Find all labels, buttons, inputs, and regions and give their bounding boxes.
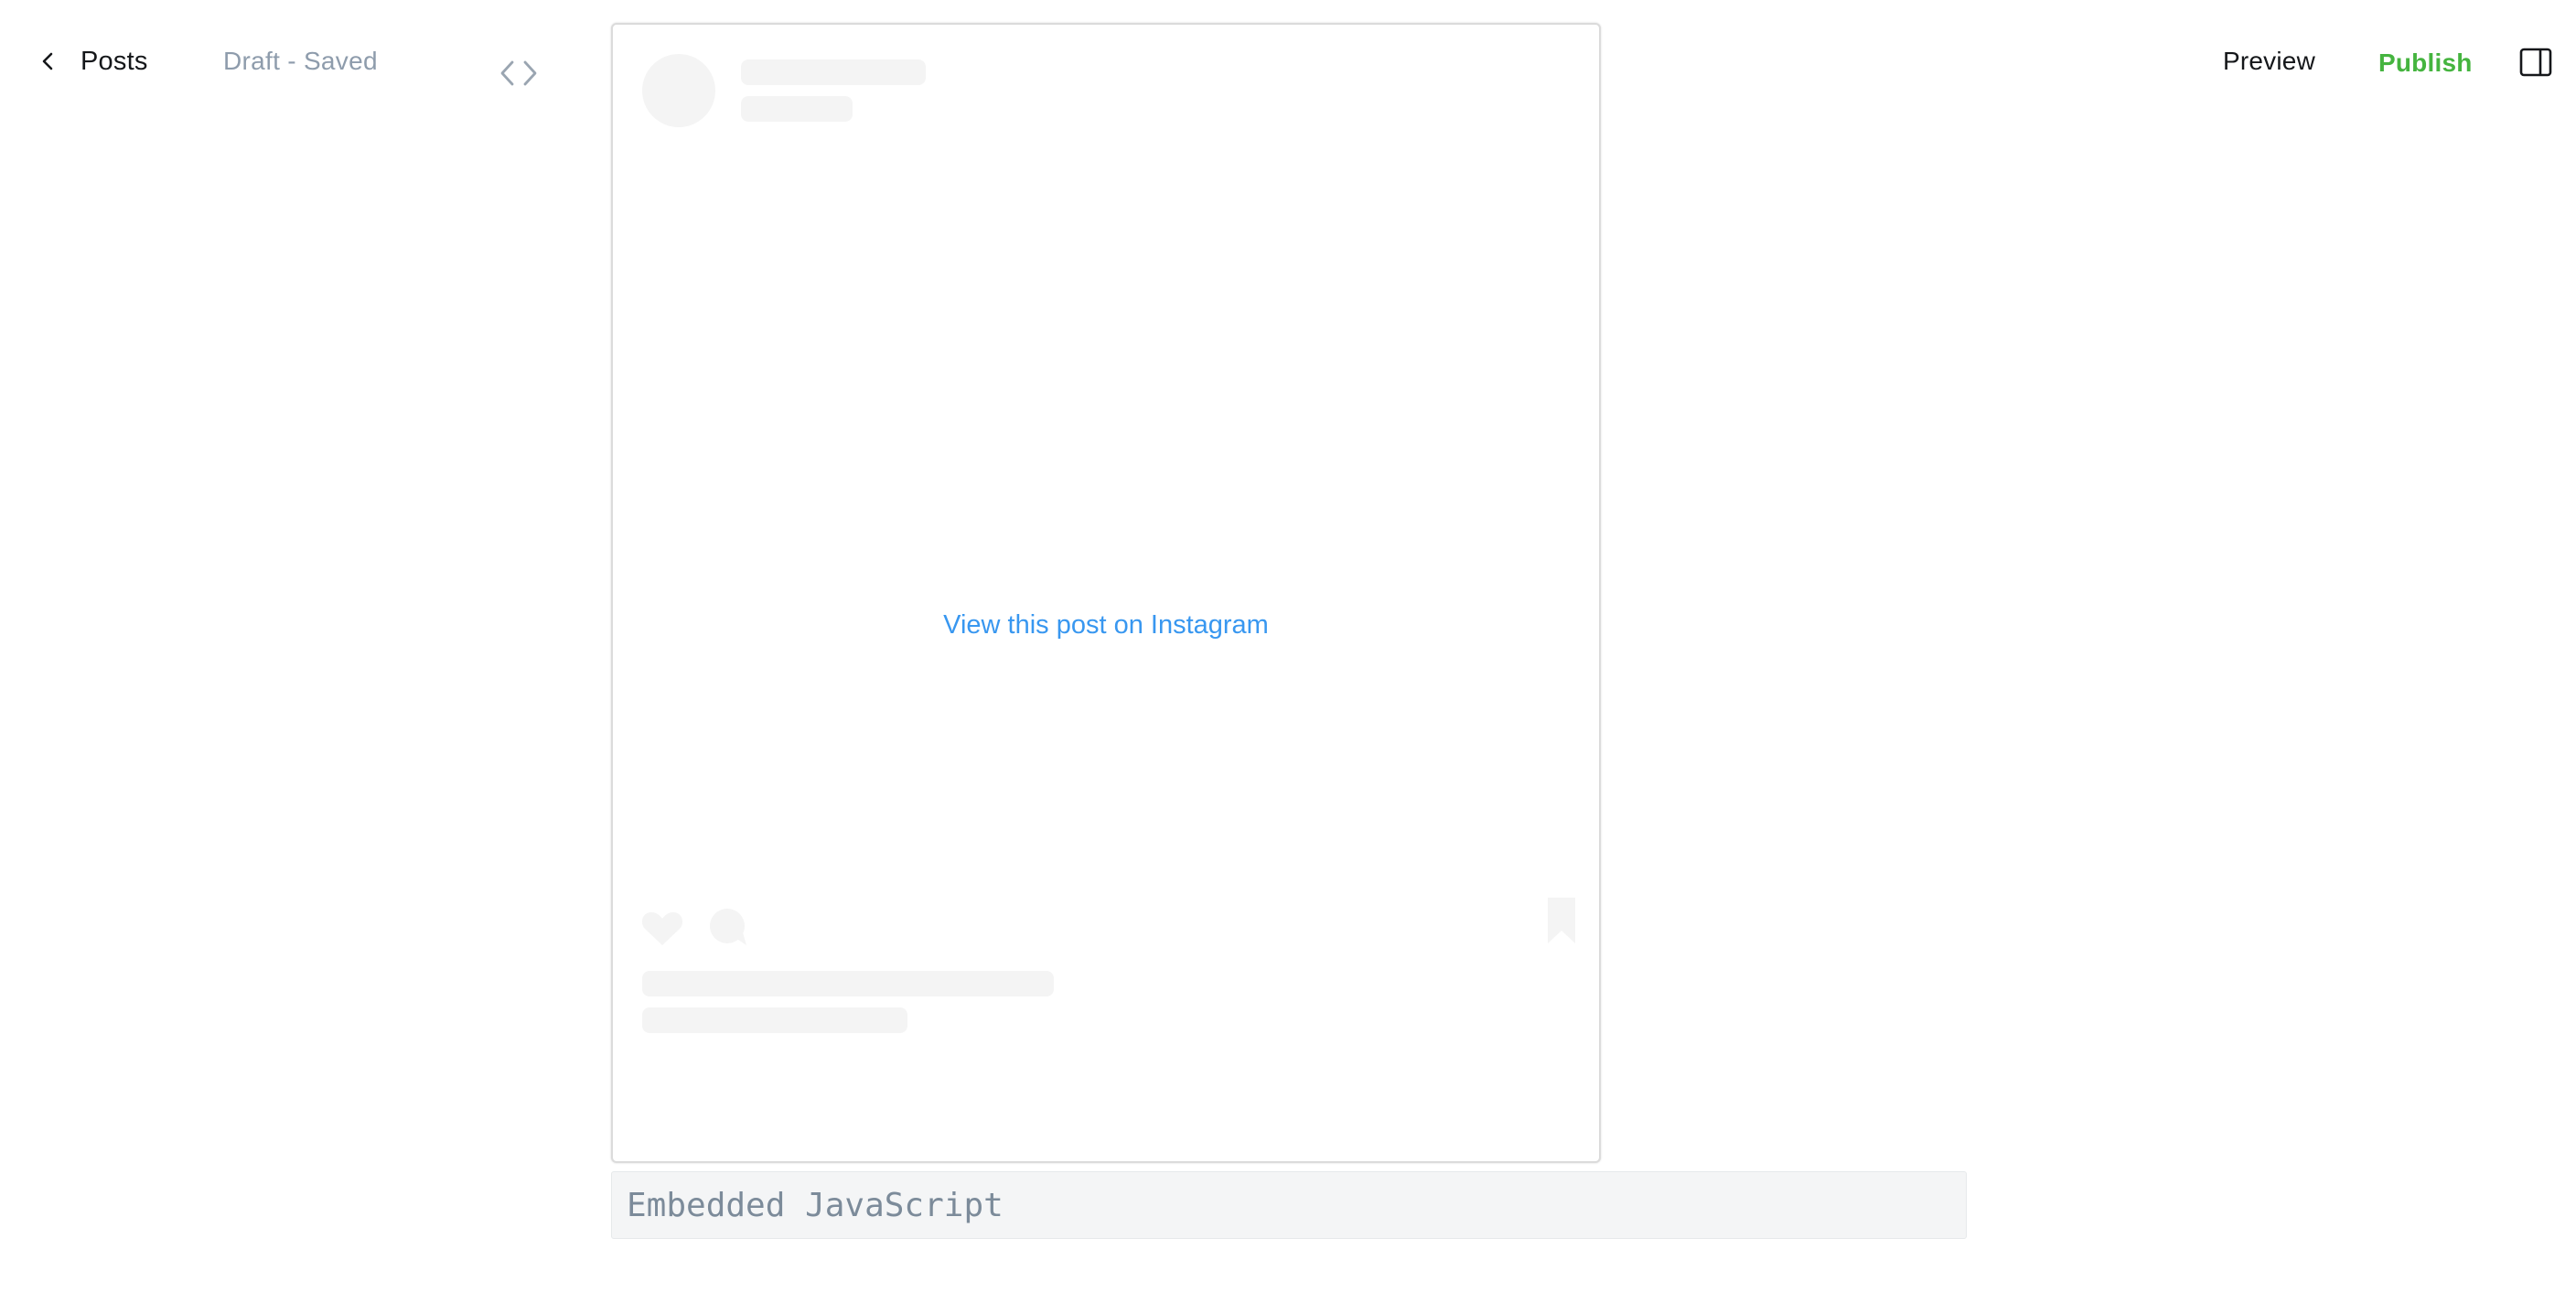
- sidebar-toggle-button[interactable]: [2519, 48, 2552, 77]
- avatar-placeholder: [642, 54, 715, 127]
- caption-line-placeholder: [642, 971, 1054, 996]
- embedded-javascript-field[interactable]: Embedded JavaScript: [611, 1171, 1967, 1239]
- html-card-icon[interactable]: [498, 57, 540, 90]
- comment-bubble-icon: [710, 909, 746, 945]
- editor-page: Posts Draft - Saved Preview Publish View…: [0, 0, 2576, 1303]
- location-placeholder: [741, 96, 853, 122]
- sidebar-panel-icon: [2519, 48, 2552, 77]
- code-brackets-icon: [500, 60, 537, 86]
- publish-button[interactable]: Publish: [2378, 38, 2473, 88]
- username-placeholder: [741, 59, 926, 85]
- save-status: Draft - Saved: [223, 47, 378, 75]
- bookmark-icon: [1548, 898, 1575, 943]
- back-label: Posts: [80, 46, 148, 76]
- view-on-instagram-link[interactable]: View this post on Instagram: [613, 610, 1599, 641]
- caption-line-placeholder: [642, 1007, 907, 1033]
- instagram-embed-card[interactable]: View this post on Instagram: [611, 23, 1601, 1163]
- chevron-left-icon: [42, 52, 53, 70]
- back-to-posts-link[interactable]: Posts: [40, 37, 148, 86]
- heart-icon: [641, 912, 683, 945]
- preview-button[interactable]: Preview: [2223, 37, 2315, 86]
